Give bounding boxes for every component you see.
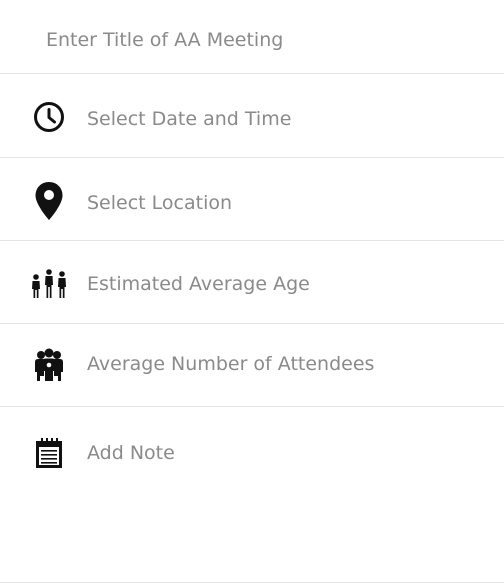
meeting-title-input[interactable] bbox=[46, 26, 486, 54]
group-icon bbox=[30, 346, 68, 384]
location-label: Select Location bbox=[87, 192, 233, 214]
attendees-label: Average Number of Attendees bbox=[87, 353, 375, 375]
average-age-row[interactable]: Estimated Average Age bbox=[0, 241, 504, 324]
notepad-icon bbox=[30, 434, 68, 472]
date-time-label: Select Date and Time bbox=[87, 108, 292, 130]
add-note-label: Add Note bbox=[87, 442, 175, 464]
attendees-row[interactable]: Average Number of Attendees bbox=[0, 324, 504, 407]
note-row[interactable]: Add Note bbox=[0, 407, 504, 497]
title-row bbox=[0, 0, 504, 74]
average-age-label: Estimated Average Age bbox=[87, 273, 310, 295]
location-pin-icon bbox=[30, 182, 68, 220]
bottom-divider bbox=[0, 582, 504, 583]
family-icon bbox=[30, 265, 68, 303]
date-time-row[interactable]: Select Date and Time bbox=[0, 75, 504, 158]
clock-icon bbox=[30, 98, 68, 136]
location-row[interactable]: Select Location bbox=[0, 158, 504, 241]
